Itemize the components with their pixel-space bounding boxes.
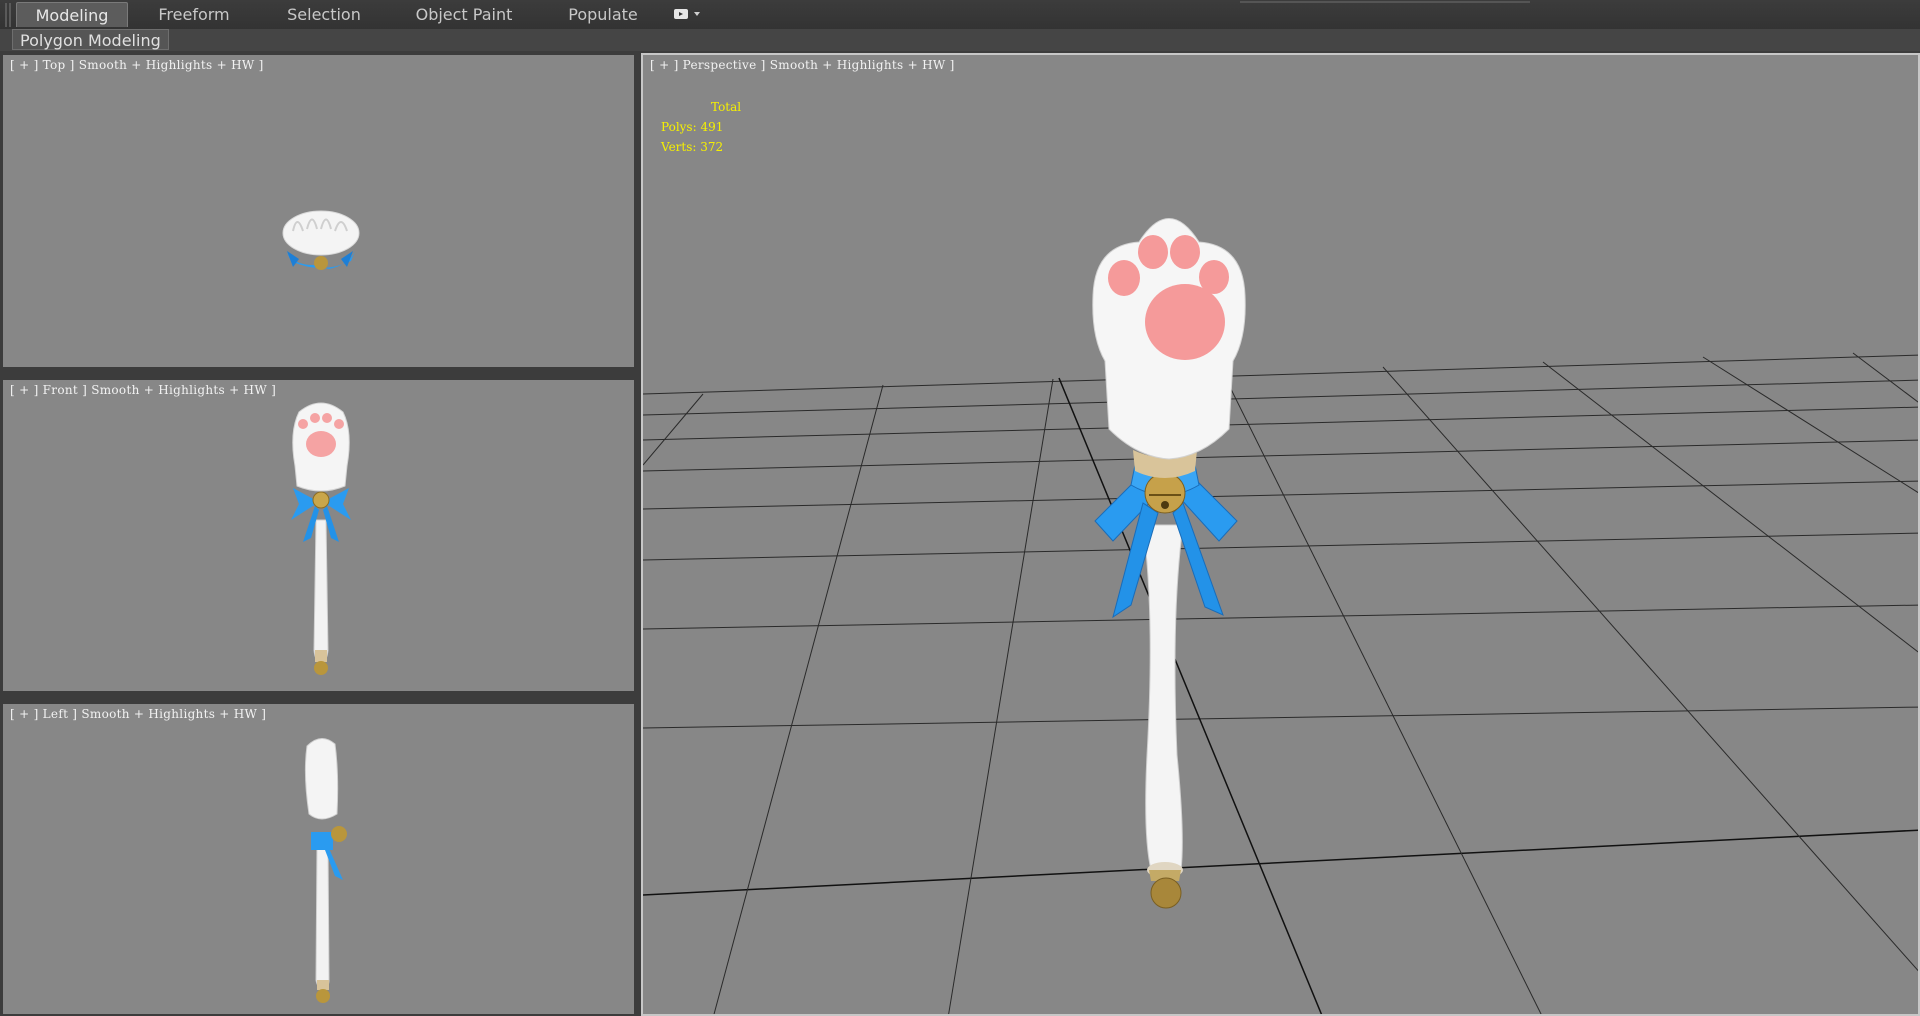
- left-view-model: [304, 738, 347, 1003]
- tab-object-paint[interactable]: Object Paint: [408, 2, 520, 27]
- paw-staff-left-model: [304, 738, 347, 1003]
- ribbon-grip-handle[interactable]: [5, 3, 11, 27]
- tab-selection[interactable]: Selection: [276, 2, 372, 27]
- ground-grid: [643, 352, 1918, 1014]
- perspective-scene: [643, 218, 1918, 1014]
- ribbon-panel-bar: Polygon Modeling: [0, 29, 1920, 52]
- tab-modeling[interactable]: Modeling: [16, 2, 128, 27]
- viewport-front[interactable]: [ + ] Front ] Smooth + Highlights + HW ]: [3, 380, 634, 691]
- polygon-modeling-panel-button[interactable]: Polygon Modeling: [12, 29, 169, 50]
- viewport-area: [ + ] Top ] Smooth + Highlights + HW ] […: [0, 51, 1920, 1016]
- viewport-top[interactable]: [ + ] Top ] Smooth + Highlights + HW ]: [3, 55, 634, 367]
- tab-freeform[interactable]: Freeform: [146, 2, 242, 27]
- paw-staff-front-model: [291, 402, 351, 675]
- paw-staff-perspective-model: [1092, 218, 1246, 909]
- tab-populate[interactable]: Populate: [560, 2, 646, 27]
- ribbon-tab-bar: Modeling Freeform Selection Object Paint…: [0, 0, 1920, 30]
- viewport-perspective[interactable]: [ + ] Perspective ] Smooth + Highlights …: [641, 53, 1920, 1016]
- ribbon-toggle-icon: [674, 9, 688, 19]
- top-view-model: [282, 210, 360, 270]
- viewport-left[interactable]: [ + ] Left ] Smooth + Highlights + HW ]: [3, 704, 634, 1014]
- chevron-down-icon: [694, 12, 700, 16]
- front-view-model: [291, 402, 351, 675]
- ribbon-options-dropdown[interactable]: [672, 8, 704, 22]
- paw-staff-top-model: [282, 210, 360, 270]
- ribbon-divider: [1240, 1, 1530, 3]
